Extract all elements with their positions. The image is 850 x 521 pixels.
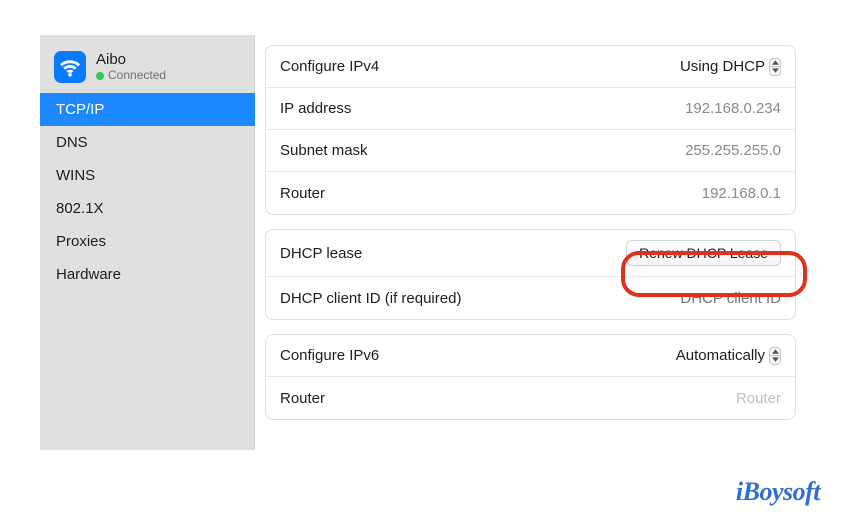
row-router-ipv6: Router Router <box>266 377 795 419</box>
settings-window: Aibo Connected TCP/IP DNS WINS 802.1X Pr… <box>40 35 810 450</box>
dhcp-client-id-input[interactable] <box>621 290 781 307</box>
ipv6-group: Configure IPv6 Automatically Router Rout… <box>265 334 796 420</box>
sidebar-item-label: TCP/IP <box>56 101 104 118</box>
row-configure-ipv4: Configure IPv4 Using DHCP <box>266 46 795 88</box>
ipv4-group: Configure IPv4 Using DHCP IP address 192… <box>265 45 796 215</box>
network-name: Aibo <box>96 51 166 68</box>
row-label: Router <box>280 185 325 202</box>
row-label: Configure IPv6 <box>280 347 379 364</box>
sidebar-item-label: Proxies <box>56 233 106 250</box>
row-label: Subnet mask <box>280 142 368 159</box>
configure-ipv4-popup[interactable]: Using DHCP <box>680 58 781 76</box>
sidebar-item-hardware[interactable]: Hardware <box>40 258 255 291</box>
popup-value: Automatically <box>676 347 765 364</box>
sidebar: Aibo Connected TCP/IP DNS WINS 802.1X Pr… <box>40 35 255 450</box>
content-pane: Configure IPv4 Using DHCP IP address 192… <box>255 35 810 450</box>
sidebar-item-label: Hardware <box>56 266 121 283</box>
subnet-mask-value: 255.255.255.0 <box>685 142 781 159</box>
sidebar-list: TCP/IP DNS WINS 802.1X Proxies Hardware <box>40 93 255 291</box>
sidebar-item-label: DNS <box>56 134 88 151</box>
sidebar-item-label: 802.1X <box>56 200 104 217</box>
ip-address-value: 192.168.0.234 <box>685 100 781 117</box>
sidebar-item-proxies[interactable]: Proxies <box>40 225 255 258</box>
row-subnet-mask: Subnet mask 255.255.255.0 <box>266 130 795 172</box>
router-ipv4-value: 192.168.0.1 <box>702 185 781 202</box>
sidebar-item-8021x[interactable]: 802.1X <box>40 192 255 225</box>
network-status-text: Connected <box>108 68 166 82</box>
popup-value: Using DHCP <box>680 58 765 75</box>
wifi-icon <box>54 51 86 83</box>
dhcp-group: DHCP lease Renew DHCP Lease DHCP client … <box>265 229 796 320</box>
sidebar-item-tcpip[interactable]: TCP/IP <box>40 93 255 126</box>
watermark: iBoysoft <box>736 477 820 507</box>
row-label: Configure IPv4 <box>280 58 379 75</box>
row-dhcp-client-id: DHCP client ID (if required) <box>266 277 795 319</box>
row-label: DHCP lease <box>280 245 362 262</box>
updown-icon <box>769 347 781 365</box>
row-label: Router <box>280 390 325 407</box>
renew-dhcp-lease-button[interactable]: Renew DHCP Lease <box>626 240 781 266</box>
updown-icon <box>769 58 781 76</box>
row-dhcp-lease: DHCP lease Renew DHCP Lease <box>266 230 795 277</box>
row-router-ipv4: Router 192.168.0.1 <box>266 172 795 214</box>
row-label: DHCP client ID (if required) <box>280 290 461 307</box>
sidebar-item-dns[interactable]: DNS <box>40 126 255 159</box>
sidebar-item-wins[interactable]: WINS <box>40 159 255 192</box>
network-header: Aibo Connected <box>40 49 255 93</box>
router-ipv6-value: Router <box>736 390 781 407</box>
sidebar-item-label: WINS <box>56 167 95 184</box>
configure-ipv6-popup[interactable]: Automatically <box>676 347 781 365</box>
row-configure-ipv6: Configure IPv6 Automatically <box>266 335 795 377</box>
row-ip-address: IP address 192.168.0.234 <box>266 88 795 130</box>
network-status: Connected <box>96 69 166 83</box>
status-dot-icon <box>96 72 104 80</box>
row-label: IP address <box>280 100 351 117</box>
